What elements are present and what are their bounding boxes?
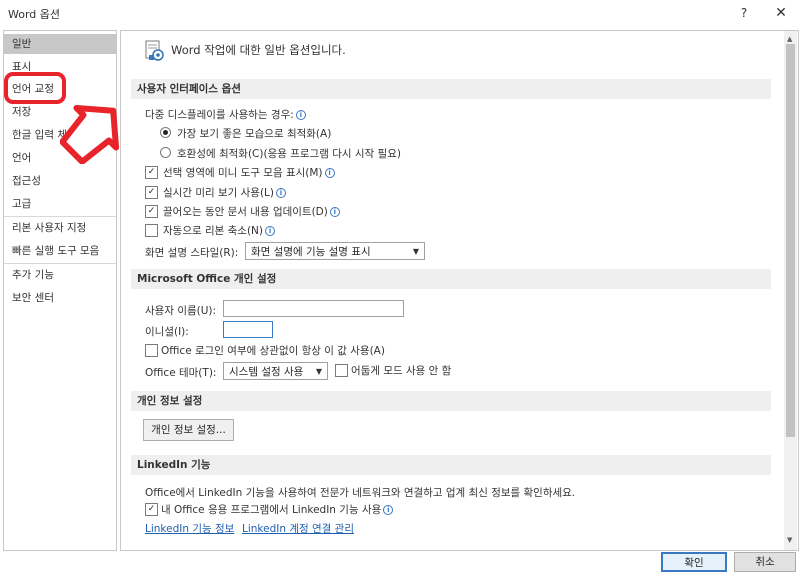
initials-label: 이니셜(I):: [145, 326, 189, 338]
screentip-style-value: 화면 설명에 기능 설명 표시: [251, 246, 371, 258]
info-icon: i: [383, 505, 394, 515]
live-preview-label: 실시간 미리 보기 사용(L) i: [163, 185, 286, 200]
privacy-settings-button[interactable]: 개인 정보 설정...: [143, 419, 234, 441]
screentip-style-dropdown[interactable]: 화면 설명에 기능 설명 표시 ▼: [245, 242, 425, 260]
multi-display-label-text: 다중 디스플레이를 사용하는 경우:: [145, 109, 294, 121]
radio-optimize-compatibility-label: 호환성에 최적화(C)(응용 프로그램 다시 시작 필요): [177, 148, 401, 160]
section-header-office-personalization: Microsoft Office 개인 설정: [131, 269, 771, 289]
cancel-button[interactable]: 취소: [734, 552, 796, 572]
info-icon: i: [295, 110, 306, 120]
disable-dark-mode-label: 어둡게 모드 사용 안 함: [351, 365, 452, 377]
checkbox-auto-collapse-ribbon[interactable]: [145, 224, 158, 237]
enable-linkedin-label: 내 Office 응용 프로그램에서 LinkedIn 기능 사용 i: [161, 502, 394, 517]
options-content-pane: Word 작업에 대한 일반 옵션입니다. 사용자 인터페이스 옵션 다중 디스…: [120, 30, 799, 551]
checkbox-enable-linkedin[interactable]: ✓: [145, 503, 158, 516]
username-label: 사용자 이름(U):: [145, 305, 217, 317]
section-header-privacy: 개인 정보 설정: [131, 391, 771, 411]
section-header-ui-options: 사용자 인터페이스 옵션: [131, 79, 771, 99]
window-title: Word 옵션: [8, 8, 61, 21]
chevron-down-icon: ▼: [412, 247, 419, 256]
close-button[interactable]: ✕: [764, 2, 798, 24]
office-theme-dropdown[interactable]: 시스템 설정 사용 ▼: [223, 362, 328, 380]
live-preview-label-text: 실시간 미리 보기 사용(L): [163, 187, 274, 199]
mini-toolbar-label-text: 선택 영역에 미니 도구 모음 표시(M): [163, 167, 323, 179]
linkedin-description: Office에서 LinkedIn 기능을 사용하여 전문가 네트워크와 연결하…: [145, 487, 576, 499]
multi-display-label: 다중 디스플레이를 사용하는 경우: i: [145, 107, 306, 122]
sidebar-item-advanced[interactable]: 고급: [4, 194, 116, 214]
info-icon: i: [276, 188, 286, 198]
enable-linkedin-label-text: 내 Office 응용 프로그램에서 LinkedIn 기능 사용: [161, 504, 382, 516]
title-bar: Word 옵션 ? ✕: [0, 0, 800, 26]
auto-collapse-ribbon-label: 자동으로 리본 축소(N) i: [163, 223, 276, 238]
chevron-down-icon: ▼: [315, 367, 322, 376]
vertical-scrollbar[interactable]: ▲ ▼: [784, 31, 797, 550]
auto-collapse-ribbon-label-text: 자동으로 리본 축소(N): [163, 225, 264, 237]
general-options-icon: [145, 40, 164, 61]
sidebar-divider: [4, 216, 116, 217]
always-use-values-label: Office 로그인 여부에 상관없이 항상 이 값 사용(A): [161, 345, 385, 357]
checkbox-always-use-values[interactable]: [145, 344, 158, 357]
office-theme-value: 시스템 설정 사용: [229, 366, 304, 378]
linkedin-features-link[interactable]: LinkedIn 기능 정보: [145, 521, 234, 536]
help-button[interactable]: ?: [727, 2, 761, 24]
sidebar-item-general[interactable]: 일반: [4, 34, 116, 54]
update-while-dragging-label: 끌어오는 동안 문서 내용 업데이트(D) i: [163, 204, 340, 219]
radio-optimize-best-appearance[interactable]: [160, 127, 171, 138]
mini-toolbar-label: 선택 영역에 미니 도구 모음 표시(M) i: [163, 165, 335, 180]
initials-input[interactable]: [223, 321, 273, 338]
annotation-highlight-box: [4, 72, 66, 104]
office-theme-label: Office 테마(T):: [145, 367, 217, 379]
username-input[interactable]: [223, 300, 404, 317]
scrollbar-thumb[interactable]: [786, 44, 795, 437]
sidebar-divider: [4, 263, 116, 264]
screentip-style-label: 화면 설명 스타일(R):: [145, 247, 239, 259]
linkedin-manage-account-link[interactable]: LinkedIn 계정 연결 관리: [242, 521, 354, 536]
update-while-dragging-label-text: 끌어오는 동안 문서 내용 업데이트(D): [163, 206, 328, 218]
checkbox-update-while-dragging[interactable]: ✓: [145, 205, 158, 218]
sidebar-item-customize-ribbon[interactable]: 리본 사용자 지정: [4, 218, 116, 238]
ok-button[interactable]: 확인: [661, 552, 727, 572]
section-header-linkedin: LinkedIn 기능: [131, 455, 771, 475]
info-icon: i: [324, 168, 335, 178]
checkbox-mini-toolbar[interactable]: ✓: [145, 166, 158, 179]
scroll-down-icon[interactable]: ▼: [787, 536, 792, 544]
sidebar-item-accessibility[interactable]: 접근성: [4, 171, 116, 191]
info-icon: i: [329, 207, 340, 217]
radio-optimize-compatibility[interactable]: [160, 147, 171, 158]
scroll-up-icon[interactable]: ▲: [787, 35, 792, 43]
info-icon: i: [265, 226, 276, 236]
sidebar-item-quick-access-toolbar[interactable]: 빠른 실행 도구 모음: [4, 241, 116, 261]
sidebar-item-add-ins[interactable]: 추가 기능: [4, 265, 116, 285]
checkbox-disable-dark-mode[interactable]: [335, 364, 348, 377]
intro-description: Word 작업에 대한 일반 옵션입니다.: [171, 43, 346, 57]
radio-optimize-best-appearance-label: 가장 보기 좋은 모습으로 최적화(A): [177, 128, 332, 140]
sidebar-item-trust-center[interactable]: 보안 센터: [4, 288, 116, 308]
checkbox-live-preview[interactable]: ✓: [145, 186, 158, 199]
annotation-arrow-icon: [60, 104, 120, 164]
